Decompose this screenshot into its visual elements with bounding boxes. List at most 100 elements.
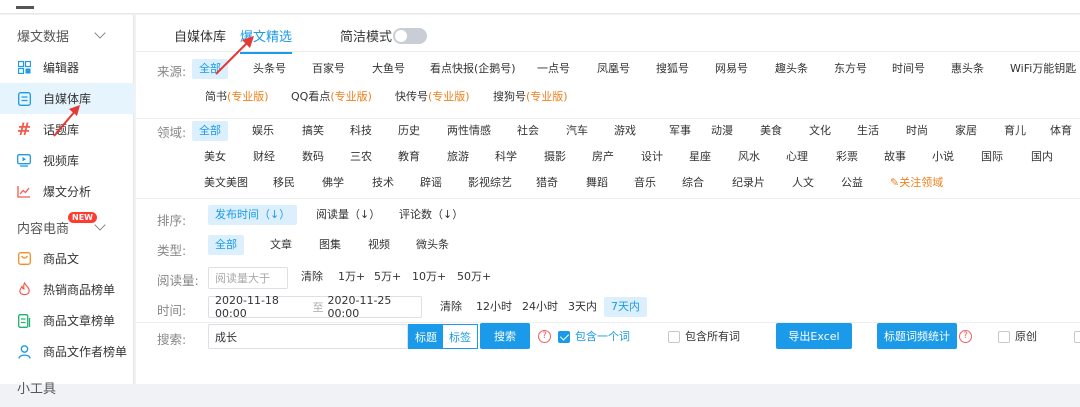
reads-option[interactable]: 50万+ <box>457 267 491 287</box>
sidebar-item-product-author-rank[interactable]: 商品文作者榜单 <box>0 336 134 367</box>
domain-option[interactable]: 技术 <box>372 173 394 193</box>
domain-option[interactable]: 美文美图 <box>204 173 248 193</box>
domain-option[interactable]: 猎奇 <box>536 173 558 193</box>
source-option[interactable]: 百家号 <box>312 59 345 79</box>
source-option[interactable]: 时间号 <box>892 59 925 79</box>
follow-domain-link[interactable]: ✎关注领域 <box>890 173 943 193</box>
domain-option[interactable]: 生活 <box>857 121 879 141</box>
reads-option[interactable]: 清除 <box>301 267 323 287</box>
domain-option[interactable]: 人文 <box>792 173 814 193</box>
extra-checkbox[interactable] <box>1074 331 1080 343</box>
search-mode-tag[interactable]: 标签 <box>443 325 477 348</box>
domain-option[interactable]: 房产 <box>592 147 614 167</box>
sidebar-item-topic-library[interactable]: # 话题库 <box>0 114 134 145</box>
domain-option[interactable]: 游戏 <box>614 121 636 141</box>
domain-option[interactable]: 摄影 <box>544 147 566 167</box>
domain-option[interactable]: 设计 <box>641 147 663 167</box>
domain-option[interactable]: 数码 <box>302 147 324 167</box>
search-input[interactable]: 成长 <box>208 324 408 349</box>
tab-media-library[interactable]: 自媒体库 <box>174 26 226 45</box>
domain-option[interactable]: 彩票 <box>836 147 858 167</box>
source-option[interactable]: 快传号(专业版) <box>395 87 470 107</box>
source-option[interactable]: 凤凰号 <box>597 59 630 79</box>
source-option[interactable]: 看点快报(企鹅号) <box>430 59 516 79</box>
domain-option[interactable]: 社会 <box>517 121 539 141</box>
domain-option[interactable]: 两性情感 <box>447 121 491 141</box>
domain-option[interactable]: 故事 <box>884 147 906 167</box>
reads-option[interactable]: 5万+ <box>374 267 401 287</box>
domain-option[interactable]: 音乐 <box>634 173 656 193</box>
domain-option[interactable]: 科技 <box>350 121 372 141</box>
sort-option[interactable]: 阅读量（↓） <box>316 205 380 225</box>
type-option[interactable]: 微头条 <box>416 235 449 255</box>
time-option[interactable]: 7天内 <box>604 297 647 317</box>
domain-option[interactable]: 美食 <box>760 121 782 141</box>
domain-option[interactable]: 三农 <box>350 147 372 167</box>
export-excel-button[interactable]: 导出Excel <box>776 323 852 349</box>
domain-option[interactable]: 科学 <box>495 147 517 167</box>
type-option[interactable]: 视频 <box>368 235 390 255</box>
type-option[interactable]: 全部 <box>208 235 244 255</box>
domain-option[interactable]: 搞笑 <box>302 121 324 141</box>
help-icon[interactable]: ? <box>959 330 972 343</box>
domain-option[interactable]: 移民 <box>273 173 295 193</box>
source-option[interactable]: 搜狐号 <box>656 59 689 79</box>
original-checkbox[interactable] <box>998 331 1010 343</box>
domain-option[interactable]: 文化 <box>809 121 831 141</box>
domain-option[interactable]: 风水 <box>738 147 760 167</box>
source-option[interactable]: QQ看点(专业版) <box>291 87 372 107</box>
time-option[interactable]: 清除 <box>440 297 462 317</box>
date-range-picker[interactable]: 2020-11-18 00:00 至 2020-11-25 00:00 <box>208 294 422 320</box>
domain-option[interactable]: 公益 <box>841 173 863 193</box>
domain-option[interactable]: 国内 <box>1031 147 1053 167</box>
domain-option[interactable]: 体育 <box>1050 121 1072 141</box>
type-option[interactable]: 图集 <box>319 235 341 255</box>
domain-option[interactable]: 娱乐 <box>252 121 274 141</box>
sidebar-group-content-ecommerce[interactable]: 内容电商 NEW <box>0 207 134 247</box>
source-option[interactable]: 网易号 <box>715 59 748 79</box>
search-mode-title[interactable]: 标题 <box>409 325 443 348</box>
reads-option[interactable]: 1万+ <box>338 267 365 287</box>
help-icon[interactable]: ? <box>538 330 551 343</box>
source-option[interactable]: 简书(专业版) <box>205 87 269 107</box>
domain-option[interactable]: 财经 <box>253 147 275 167</box>
source-option[interactable]: 全部 <box>192 59 228 79</box>
menu-icon[interactable] <box>16 6 34 9</box>
source-option[interactable]: WiFi万能钥匙 <box>1010 59 1076 79</box>
domain-option[interactable]: 育儿 <box>1004 121 1026 141</box>
source-option[interactable]: 趣头条 <box>775 59 808 79</box>
domain-option[interactable]: 影视综艺 <box>468 173 512 193</box>
domain-option[interactable]: 历史 <box>398 121 420 141</box>
domain-option[interactable]: 时尚 <box>906 121 928 141</box>
domain-option[interactable]: 纪录片 <box>732 173 765 193</box>
reads-input[interactable]: 阅读量大于 <box>208 267 288 289</box>
domain-option[interactable]: 辟谣 <box>420 173 442 193</box>
time-option[interactable]: 24小时 <box>522 297 558 317</box>
domain-option[interactable]: 汽车 <box>566 121 588 141</box>
source-option[interactable]: 大鱼号 <box>372 59 405 79</box>
domain-option[interactable]: 教育 <box>398 147 420 167</box>
sidebar-item-editor[interactable]: 编辑器 <box>0 52 134 83</box>
sidebar-item-video-library[interactable]: 视频库 <box>0 145 134 176</box>
domain-option[interactable]: 心理 <box>786 147 808 167</box>
domain-option[interactable]: 旅游 <box>447 147 469 167</box>
date-from[interactable]: 2020-11-18 00:00 <box>215 294 309 320</box>
domain-option[interactable]: 军事 <box>669 121 691 141</box>
source-option[interactable]: 东方号 <box>834 59 867 79</box>
simple-mode-toggle[interactable] <box>393 28 427 44</box>
sidebar-item-product-article-rank[interactable]: 商品文章榜单 <box>0 305 134 336</box>
sidebar-item-media-library[interactable]: 自媒体库 <box>0 83 134 114</box>
time-option[interactable]: 3天内 <box>568 297 597 317</box>
tab-viral-picks[interactable]: 爆文精选 <box>240 26 293 54</box>
source-option[interactable]: 头条号 <box>253 59 286 79</box>
title-word-frequency-button[interactable]: 标题词频统计 <box>877 323 957 349</box>
sort-option[interactable]: 评论数（↓） <box>399 205 463 225</box>
sort-option[interactable]: 发布时间（↓） <box>208 205 298 225</box>
domain-option[interactable]: 舞蹈 <box>586 173 608 193</box>
domain-option[interactable]: 综合 <box>682 173 704 193</box>
domain-option[interactable]: 小说 <box>932 147 954 167</box>
sidebar-item-viral-analysis[interactable]: 爆文分析 <box>0 176 134 207</box>
source-option[interactable]: 搜狗号(专业版) <box>493 87 568 107</box>
sidebar-item-hot-products[interactable]: 热销商品榜单 <box>0 274 134 305</box>
domain-option[interactable]: 国际 <box>981 147 1003 167</box>
